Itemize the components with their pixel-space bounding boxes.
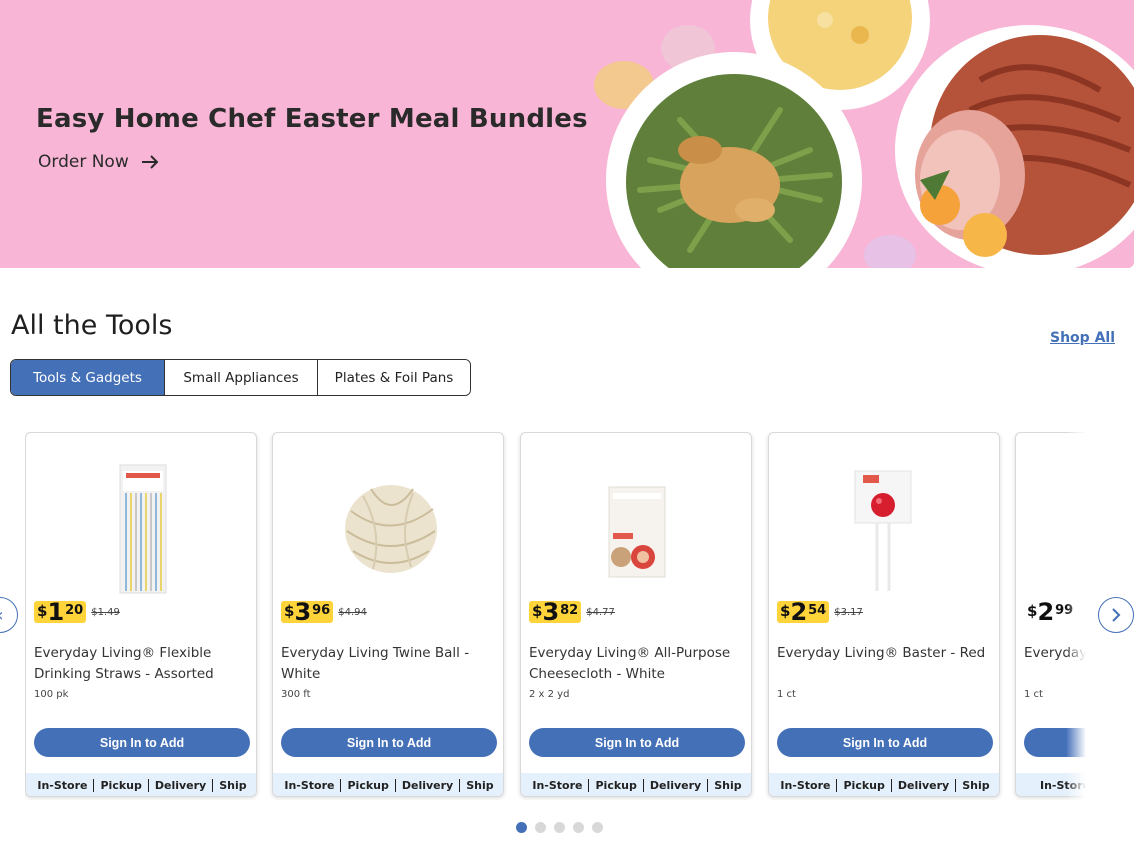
sale-price: $1 20: [34, 600, 87, 624]
pagination-dot-4[interactable]: [573, 822, 584, 833]
product-card[interactable]: $3 82 $4.77 Everyday Living® All-Purpose …: [520, 432, 752, 797]
carousel-prev-button[interactable]: ‹: [0, 597, 18, 633]
fulfillment-instore: In-Store: [774, 778, 838, 792]
product-image-twine: [345, 485, 437, 573]
sale-price: $2 54: [777, 600, 830, 624]
chevron-right-icon: [1112, 608, 1121, 622]
was-price: $4.77: [586, 606, 615, 618]
category-tabs: Tools & Gadgets Small Appliances Plates …: [10, 359, 471, 396]
fulfillment-ship: Ship: [219, 778, 247, 792]
sign-in-to-add-button[interactable]: Sign In to Add: [34, 728, 250, 757]
sign-in-to-add-button[interactable]: Sign In to Add: [281, 728, 497, 757]
product-size: 2 x 2 yd: [529, 689, 570, 700]
pagination-dot-2[interactable]: [535, 822, 546, 833]
product-card[interactable]: $1 20 $1.49 Everyday Living® Flexible Dri…: [25, 432, 257, 797]
product-image-baster: [854, 470, 912, 591]
product-image-straws: [119, 464, 167, 594]
product-name[interactable]: Everyday Living Twine Ball - White: [281, 643, 496, 685]
price-row: $1 20 $1.49: [34, 600, 120, 624]
carousel-pagination: [516, 822, 603, 833]
price-row: $3 96 $4.94: [281, 600, 367, 624]
banner-title: Easy Home Chef Easter Meal Bundles: [36, 104, 588, 134]
sale-price: $3 96: [281, 600, 334, 624]
fulfillment-pickup: Pickup: [589, 778, 644, 792]
fulfillment-delivery: Delivery: [149, 778, 214, 792]
price-row: $3 82 $4.77: [529, 600, 615, 624]
product-name[interactable]: Everyday Living® Flexible Drinking Straw…: [34, 643, 249, 685]
product-image-cheesecloth: [608, 486, 666, 578]
pagination-dot-5[interactable]: [592, 822, 603, 833]
pagination-dot-1[interactable]: [516, 822, 527, 833]
chevron-left-icon: ‹: [0, 605, 4, 626]
fulfillment-pickup: Pickup: [94, 778, 149, 792]
price-row: $2 54 $3.17: [777, 600, 863, 624]
fulfillment-pickup: Pickup: [341, 778, 396, 792]
product-card[interactable]: $2 54 $3.17 Everyday Living® Baster - Red…: [768, 432, 1000, 797]
fulfillment-ship: Ship: [962, 778, 990, 792]
was-price: $3.17: [834, 606, 863, 618]
product-size: 300 ft: [281, 689, 311, 700]
was-price: $1.49: [91, 606, 120, 618]
fulfillment-delivery: Delivery: [396, 778, 461, 792]
sale-price: $3 82: [529, 600, 582, 624]
was-price: $4.94: [338, 606, 367, 618]
carousel-next-button[interactable]: [1098, 597, 1134, 633]
tab-small-appliances[interactable]: Small Appliances: [165, 360, 318, 395]
order-now-link[interactable]: Order Now: [38, 152, 159, 172]
carousel-fade: [1066, 432, 1086, 800]
product-size: 1 ct: [777, 689, 796, 700]
product-size: 1 ct: [1024, 689, 1043, 700]
easter-meal-illustration: [594, 0, 1134, 268]
pagination-dot-3[interactable]: [554, 822, 565, 833]
fulfillment-delivery: Delivery: [644, 778, 709, 792]
section-title: All the Tools: [11, 310, 173, 341]
fulfillment-pickup: Pickup: [837, 778, 892, 792]
shop-all-link[interactable]: Shop All: [1050, 330, 1115, 346]
product-carousel: $1 20 $1.49 Everyday Living® Flexible Dri…: [25, 432, 1086, 800]
tab-plates-foil-pans[interactable]: Plates & Foil Pans: [318, 360, 470, 395]
fulfillment-instore: In-Store: [278, 778, 342, 792]
fulfillment-ship: Ship: [714, 778, 742, 792]
fulfillment-instore: In-Store: [31, 778, 95, 792]
fulfillment-instore: In-Store: [526, 778, 590, 792]
fulfillment-options: In-Store Pickup Delivery Ship: [769, 773, 999, 796]
arrow-right-icon: [141, 155, 159, 169]
tab-tools-gadgets[interactable]: Tools & Gadgets: [11, 360, 165, 395]
fulfillment-options: In-Store Pickup Delivery Ship: [26, 773, 256, 796]
fulfillment-options: In-Store Pickup Delivery Ship: [521, 773, 751, 796]
product-size: 100 pk: [34, 689, 69, 700]
fulfillment-options: In-Store Pickup Delivery Ship: [273, 773, 503, 796]
fulfillment-ship: Ship: [466, 778, 494, 792]
sign-in-to-add-button[interactable]: Sign In to Add: [777, 728, 993, 757]
product-card[interactable]: $3 96 $4.94 Everyday Living Twine Ball - …: [272, 432, 504, 797]
hero-banner[interactable]: Easy Home Chef Easter Meal Bundles Order…: [0, 0, 1134, 268]
product-name[interactable]: Everyday Living® Baster - Red: [777, 643, 992, 664]
fulfillment-delivery: Delivery: [892, 778, 957, 792]
order-now-label: Order Now: [38, 152, 129, 172]
sign-in-to-add-button[interactable]: Sign In to Add: [529, 728, 745, 757]
product-name[interactable]: Everyday Living® All-Purpose Cheesecloth…: [529, 643, 744, 685]
